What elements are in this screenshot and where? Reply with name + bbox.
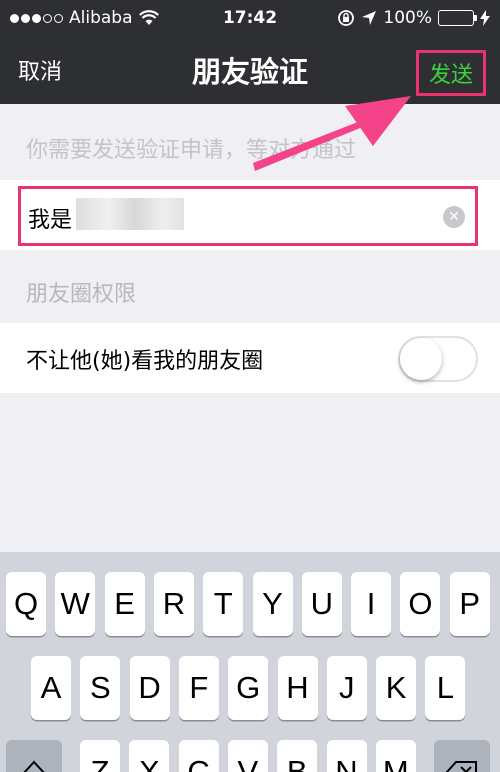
- key-s[interactable]: S: [80, 656, 121, 720]
- hide-moments-toggle[interactable]: [398, 336, 478, 382]
- key-g[interactable]: G: [228, 656, 269, 720]
- key-i[interactable]: I: [351, 572, 392, 636]
- key-p[interactable]: P: [449, 572, 490, 636]
- key-c[interactable]: C: [178, 740, 219, 772]
- wifi-icon: [138, 10, 159, 25]
- toggle-knob: [400, 338, 442, 380]
- key-x[interactable]: X: [129, 740, 170, 772]
- key-q[interactable]: Q: [6, 572, 46, 636]
- status-right: 100%: [337, 8, 490, 28]
- key-d[interactable]: D: [129, 656, 170, 720]
- key-e[interactable]: E: [104, 572, 145, 636]
- status-left: Alibaba: [10, 8, 159, 28]
- signal-strength-icon: [10, 13, 63, 23]
- send-button[interactable]: 发送: [416, 50, 486, 96]
- key-h[interactable]: H: [277, 656, 318, 720]
- shift-key[interactable]: [6, 740, 62, 772]
- key-u[interactable]: U: [301, 572, 342, 636]
- location-arrow-icon: [362, 11, 377, 25]
- key-z[interactable]: Z: [80, 740, 120, 772]
- battery-icon: [438, 10, 477, 26]
- rotation-lock-icon: [338, 10, 355, 26]
- key-n[interactable]: N: [326, 740, 367, 772]
- key-f[interactable]: F: [178, 656, 219, 720]
- key-k[interactable]: K: [376, 656, 417, 720]
- carrier-name: Alibaba: [69, 8, 133, 28]
- delete-key[interactable]: [434, 740, 490, 772]
- input-highlight-box: [18, 186, 478, 246]
- key-l[interactable]: L: [425, 656, 466, 720]
- keyboard: QWERTYUIOP ASDFGHJKL ZXCVBNM: [0, 552, 500, 772]
- key-b[interactable]: B: [277, 740, 318, 772]
- moments-permission-label: 朋友圈权限: [26, 282, 137, 307]
- verification-hint: 你需要发送验证申请，等对方通过: [26, 138, 357, 163]
- key-w[interactable]: W: [55, 572, 96, 636]
- key-y[interactable]: Y: [252, 572, 293, 636]
- key-v[interactable]: V: [227, 740, 268, 772]
- cancel-button[interactable]: 取消: [18, 54, 62, 86]
- key-r[interactable]: R: [153, 572, 194, 636]
- key-t[interactable]: T: [203, 572, 244, 636]
- top-bar: Alibaba 17:42 100% 取消 朋友验证 发送: [0, 0, 500, 104]
- status-bar: Alibaba 17:42 100%: [0, 0, 500, 36]
- charging-bolt-icon: [480, 10, 490, 26]
- key-m[interactable]: M: [375, 740, 416, 772]
- key-a[interactable]: A: [31, 656, 71, 720]
- key-o[interactable]: O: [400, 572, 441, 636]
- navigation-bar: 取消 朋友验证 发送: [0, 36, 500, 104]
- battery-percent: 100%: [383, 8, 432, 28]
- delete-icon: [446, 761, 477, 772]
- key-j[interactable]: J: [326, 656, 367, 720]
- shift-arrow-icon: [23, 760, 45, 772]
- hide-moments-label: 不让他(她)看我的朋友圈: [26, 349, 264, 374]
